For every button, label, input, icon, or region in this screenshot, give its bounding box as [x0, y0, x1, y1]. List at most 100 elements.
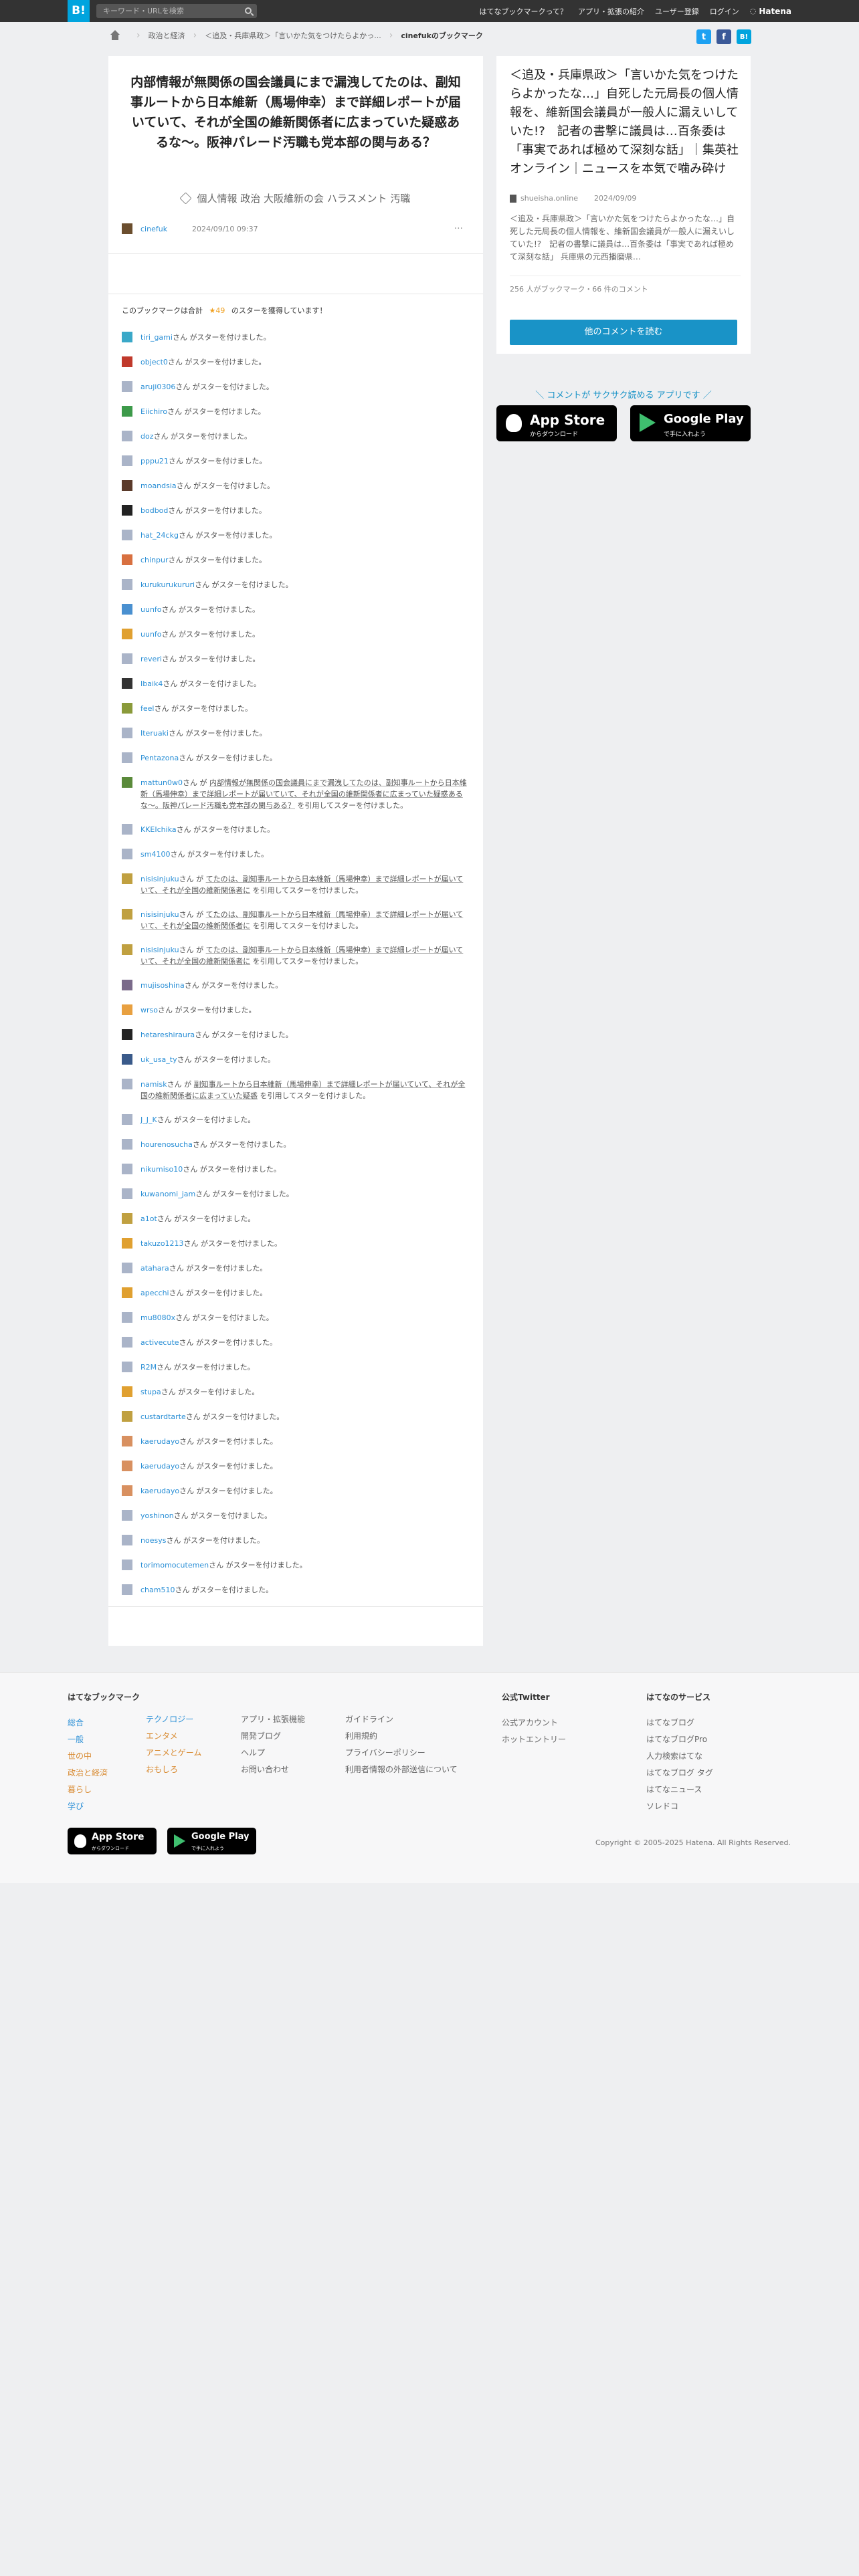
star-user-name[interactable]: object0: [140, 358, 168, 366]
star-user-name[interactable]: KKEIchika: [140, 825, 177, 834]
avatar[interactable]: [122, 381, 132, 392]
avatar[interactable]: [122, 728, 132, 738]
avatar[interactable]: [122, 653, 132, 664]
avatar[interactable]: [122, 703, 132, 714]
star-user-name[interactable]: Eiichiro: [140, 407, 167, 416]
google-play-button[interactable]: Google Play で手に入れよう: [630, 405, 751, 441]
footer-link[interactable]: 政治と経済: [68, 1765, 140, 1782]
avatar[interactable]: [122, 1114, 132, 1125]
footer-link[interactable]: ヘルプ: [241, 1745, 305, 1761]
footer-google-play-button[interactable]: Google Play で手に入れよう: [167, 1828, 256, 1854]
avatar[interactable]: [122, 1164, 132, 1174]
avatar[interactable]: [122, 1054, 132, 1065]
footer-link[interactable]: お問い合わせ: [241, 1761, 305, 1778]
avatar[interactable]: [122, 431, 132, 441]
avatar[interactable]: [122, 1461, 132, 1471]
star-user-name[interactable]: aruji0306: [140, 383, 175, 391]
star-user-name[interactable]: Ibaik4: [140, 679, 163, 688]
star-user-name[interactable]: uunfo: [140, 605, 162, 614]
tag-item[interactable]: 政治: [240, 193, 260, 205]
star-user-name[interactable]: torimomocutemen: [140, 1561, 209, 1570]
avatar[interactable]: [122, 455, 132, 466]
footer-link[interactable]: ホットエントリー: [502, 1731, 566, 1748]
star-user-name[interactable]: pppu21: [140, 457, 169, 465]
avatar[interactable]: [122, 678, 132, 689]
avatar[interactable]: [122, 223, 132, 234]
star-user-name[interactable]: yoshinon: [140, 1511, 174, 1520]
star-user-name[interactable]: kaerudayo: [140, 1462, 179, 1471]
avatar[interactable]: [122, 752, 132, 763]
avatar[interactable]: [122, 1584, 132, 1595]
hatebu-logo[interactable]: B!: [68, 0, 90, 22]
footer-app-store-button[interactable]: App Store からダウンロード: [68, 1828, 157, 1854]
star-user-name[interactable]: kuwanomi_jam: [140, 1190, 195, 1198]
avatar[interactable]: [122, 873, 132, 884]
home-icon[interactable]: [110, 30, 120, 41]
footer-link[interactable]: アプリ・拡張機能: [241, 1711, 305, 1728]
star-user-name[interactable]: doz: [140, 432, 154, 441]
star-user-name[interactable]: kaerudayo: [140, 1437, 179, 1446]
footer-link[interactable]: 学び: [68, 1798, 140, 1815]
avatar[interactable]: [122, 980, 132, 990]
star-user-name[interactable]: hourenosucha: [140, 1140, 193, 1149]
avatar[interactable]: [122, 1510, 132, 1521]
avatar[interactable]: [122, 1029, 132, 1040]
footer-link[interactable]: 一般: [68, 1731, 140, 1748]
avatar[interactable]: [122, 1139, 132, 1150]
avatar[interactable]: [122, 1188, 132, 1199]
facebook-share-icon[interactable]: f: [717, 29, 731, 44]
star-user-name[interactable]: hetareshiraura: [140, 1031, 195, 1039]
search-input[interactable]: [96, 4, 237, 18]
star-user-name[interactable]: nikumiso10: [140, 1165, 183, 1174]
read-more-comments-button[interactable]: 他のコメントを読む: [510, 320, 737, 345]
avatar[interactable]: [122, 824, 132, 835]
nav-apps[interactable]: アプリ・拡張の紹介: [578, 6, 644, 17]
star-user-name[interactable]: apecchi: [140, 1289, 169, 1297]
star-user-name[interactable]: bodbod: [140, 506, 168, 515]
footer-link[interactable]: 暮らし: [68, 1782, 140, 1798]
star-user-name[interactable]: Iteruaki: [140, 729, 169, 738]
star-user-name[interactable]: J_J_K: [140, 1115, 157, 1124]
avatar[interactable]: [122, 1238, 132, 1249]
star-user-name[interactable]: mujisoshina: [140, 981, 185, 990]
avatar[interactable]: [122, 1485, 132, 1496]
nav-register[interactable]: ユーザー登録: [655, 6, 699, 17]
avatar[interactable]: [122, 554, 132, 565]
star-user-name[interactable]: nisisinjuku: [140, 946, 179, 954]
search-box[interactable]: [96, 4, 257, 18]
star-user-name[interactable]: uunfo: [140, 630, 162, 639]
article-publisher[interactable]: shueisha.online: [520, 194, 578, 203]
avatar[interactable]: [122, 1362, 132, 1372]
star-user-name[interactable]: mattun0w0: [140, 778, 183, 787]
footer-link[interactable]: テクノロジー: [146, 1711, 201, 1728]
footer-link[interactable]: はてなニュース: [646, 1782, 713, 1798]
avatar[interactable]: [122, 579, 132, 590]
footer-link[interactable]: ソレドコ: [646, 1798, 713, 1815]
avatar[interactable]: [122, 1287, 132, 1298]
footer-link[interactable]: 人力検索はてな: [646, 1748, 713, 1765]
avatar[interactable]: [122, 777, 132, 788]
star-user-name[interactable]: feel: [140, 704, 154, 713]
article-title[interactable]: ＜追及・兵庫県政＞「言いかた気をつけたらよかったな…」自死した元局長の個人情報を…: [510, 66, 744, 179]
footer-link[interactable]: 公式アカウント: [502, 1715, 566, 1731]
footer-link[interactable]: はてなブログ: [646, 1715, 713, 1731]
footer-link[interactable]: 利用者情報の外部送信について: [345, 1761, 458, 1778]
bookmark-stats[interactable]: 256 人がブックマーク・66 件のコメント: [510, 284, 648, 294]
star-user-name[interactable]: tiri_gami: [140, 333, 173, 342]
avatar[interactable]: [122, 1560, 132, 1570]
star-user-name[interactable]: moandsia: [140, 481, 177, 490]
more-menu-icon[interactable]: ···: [454, 223, 463, 234]
star-user-name[interactable]: hat_24ckg: [140, 531, 179, 540]
avatar[interactable]: [122, 629, 132, 639]
footer-link[interactable]: 利用規約: [345, 1728, 458, 1745]
footer-link[interactable]: 世の中: [68, 1748, 140, 1765]
avatar[interactable]: [122, 530, 132, 540]
avatar[interactable]: [122, 1386, 132, 1397]
avatar[interactable]: [122, 1411, 132, 1422]
avatar[interactable]: [122, 944, 132, 955]
tag-item[interactable]: 個人情報: [197, 193, 237, 205]
star-user-name[interactable]: custardtarte: [140, 1412, 186, 1421]
star-user-name[interactable]: activecute: [140, 1338, 179, 1347]
avatar[interactable]: [122, 1079, 132, 1089]
star-user-name[interactable]: uk_usa_ty: [140, 1055, 177, 1064]
